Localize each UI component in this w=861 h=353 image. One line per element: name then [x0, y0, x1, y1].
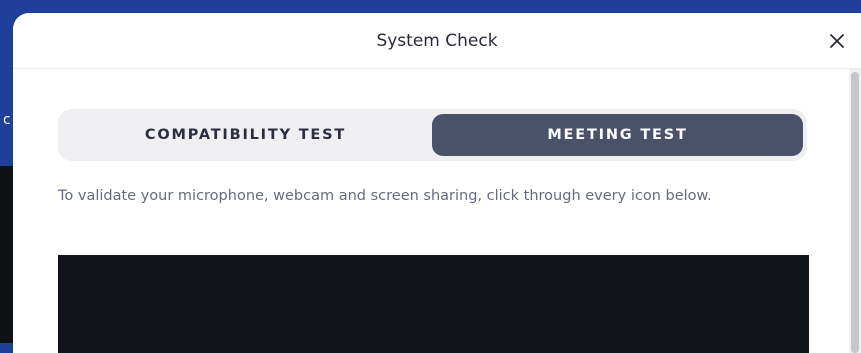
dialog-title: System Check	[376, 31, 498, 51]
tab-meeting-test[interactable]: MEETING TEST	[432, 114, 803, 156]
test-mode-tabs: COMPATIBILITY TEST MEETING TEST	[58, 109, 807, 161]
instructions-text: To validate your microphone, webcam and …	[58, 188, 712, 204]
system-check-dialog: System Check COMPATIBILITY TEST MEETING …	[13, 13, 861, 353]
dialog-header: System Check	[13, 13, 861, 69]
video-preview	[58, 255, 809, 353]
scrollbar-thumb[interactable]	[851, 72, 859, 353]
close-icon	[830, 34, 844, 48]
close-button[interactable]	[825, 29, 849, 53]
backdrop-partial-text: c	[3, 112, 11, 128]
tab-compatibility-test[interactable]: COMPATIBILITY TEST	[63, 114, 428, 156]
